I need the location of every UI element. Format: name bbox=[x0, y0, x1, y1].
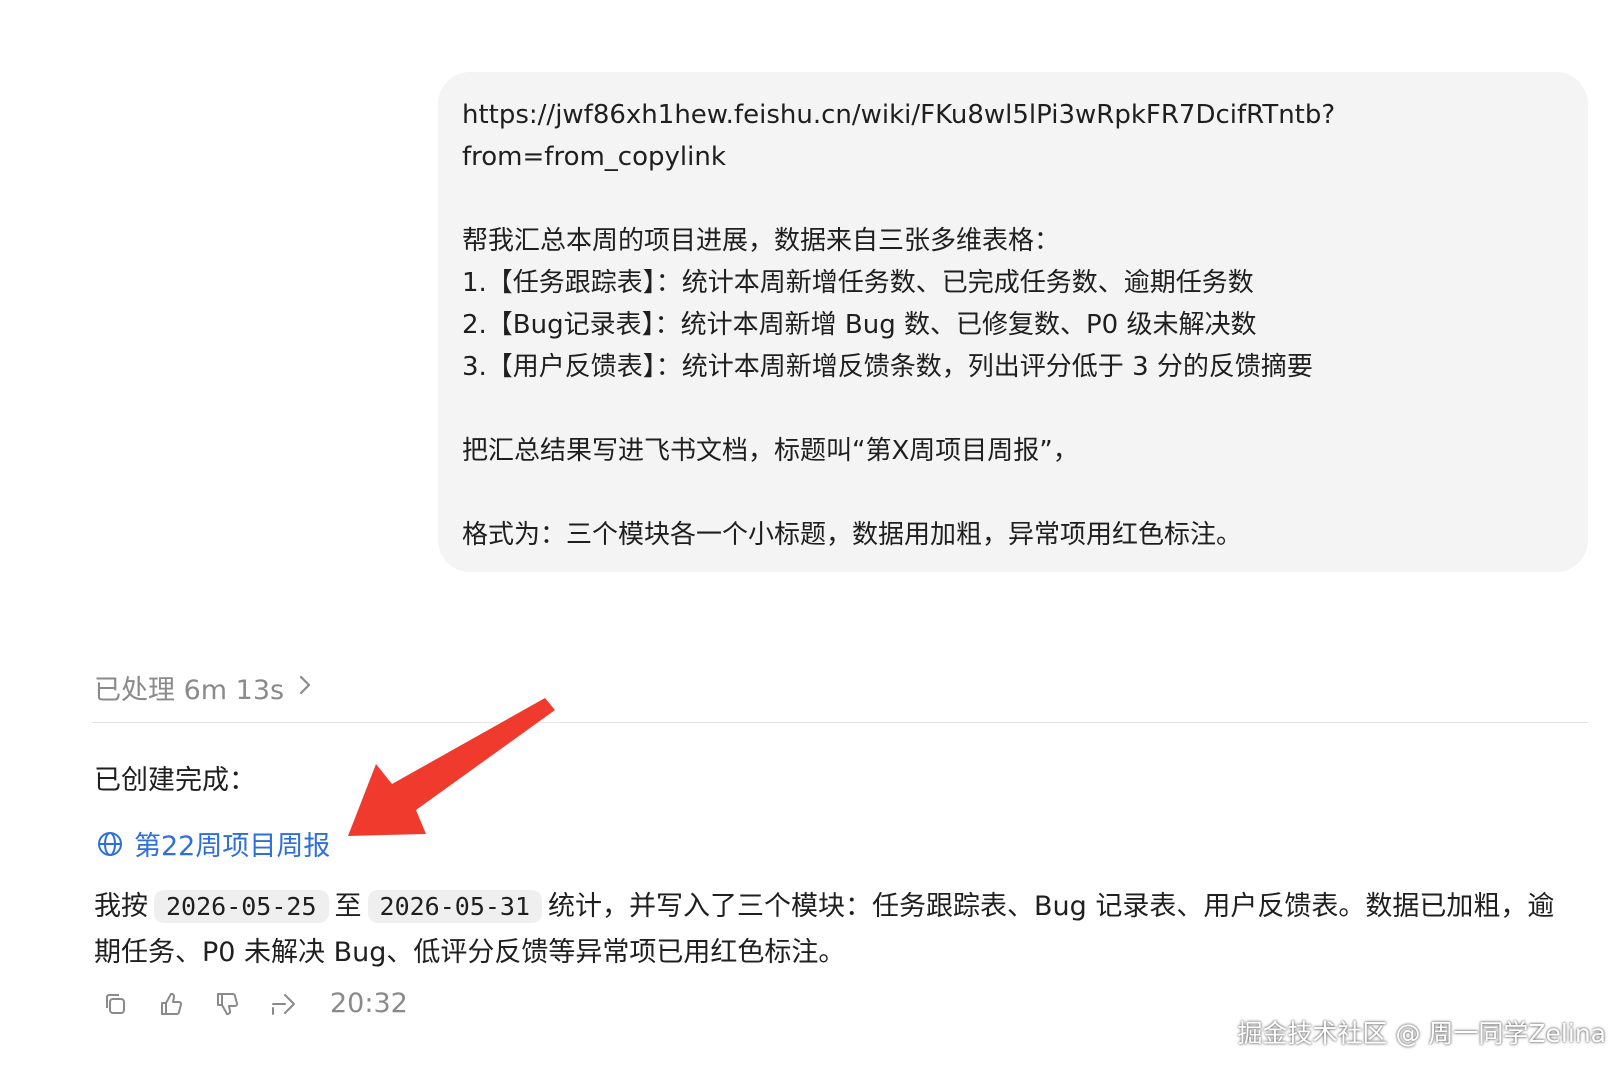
user-message-bubble: https://jwf86xh1hew.feishu.cn/wiki/FKu8w… bbox=[438, 72, 1588, 572]
doc-link-label: 第22周项目周报 bbox=[134, 831, 331, 862]
processed-toggle[interactable]: 已处理 6m 13s bbox=[94, 668, 312, 707]
globe-icon bbox=[98, 831, 122, 856]
chevron-right-icon bbox=[298, 673, 312, 703]
message-intro: 帮我汇总本周的项目进展，数据来自三张多维表格： bbox=[462, 226, 1061, 256]
result-text: 我按 2026-05-25 至 2026-05-31 统计，并写入了三个模块：任务跟踪表… bbox=[94, 884, 1574, 976]
annotation-arrow-shape bbox=[348, 698, 555, 836]
doc-link[interactable]: 第22周项目周报 bbox=[96, 824, 330, 863]
date-end-code: 2026-05-31 bbox=[367, 890, 543, 923]
thumbs-up-icon[interactable] bbox=[156, 989, 186, 1019]
watermark: 掘金技术社区 @ 周一同学Zelina bbox=[1237, 1019, 1606, 1048]
copy-icon[interactable] bbox=[100, 989, 130, 1019]
divider bbox=[92, 722, 1588, 723]
date-start-code: 2026-05-25 bbox=[154, 890, 329, 923]
message-title-requirement: 把汇总结果写进飞书文档，标题叫“第X周项目周报”， bbox=[462, 436, 1079, 466]
message-item-1: 1.【任务跟踪表】：统计本周新增任务数、已完成任务数、逾期任务数 bbox=[462, 268, 1254, 298]
result-prefix: 我按 bbox=[94, 891, 148, 922]
share-icon[interactable] bbox=[268, 989, 298, 1019]
thumbs-down-icon[interactable] bbox=[212, 989, 242, 1019]
message-url-line-2: from=from_copylink bbox=[462, 142, 726, 172]
result-mid: 至 bbox=[334, 891, 362, 922]
message-spacer bbox=[462, 178, 1564, 220]
message-url-line-1[interactable]: https://jwf86xh1hew.feishu.cn/wiki/FKu8w… bbox=[462, 94, 1564, 136]
message-spacer bbox=[462, 388, 1564, 430]
chat-page: https://jwf86xh1hew.feishu.cn/wiki/FKu8w… bbox=[0, 0, 1624, 1068]
message-item-2: 2.【Bug记录表】：统计本周新增 Bug 数、已修复数、P0 级未解决数 bbox=[462, 310, 1257, 340]
message-time: 20:32 bbox=[330, 988, 408, 1019]
message-spacer bbox=[462, 472, 1564, 514]
created-label: 已创建完成： bbox=[94, 765, 256, 796]
message-item-3: 3.【用户反馈表】：统计本周新增反馈条数，列出评分低于 3 分的反馈摘要 bbox=[462, 352, 1313, 382]
processed-label: 已处理 6m 13s bbox=[94, 675, 285, 706]
message-actions: 20:32 bbox=[100, 988, 408, 1019]
message-format-requirement: 格式为：三个模块各一个小标题，数据用加粗，异常项用红色标注。 bbox=[462, 520, 1243, 550]
